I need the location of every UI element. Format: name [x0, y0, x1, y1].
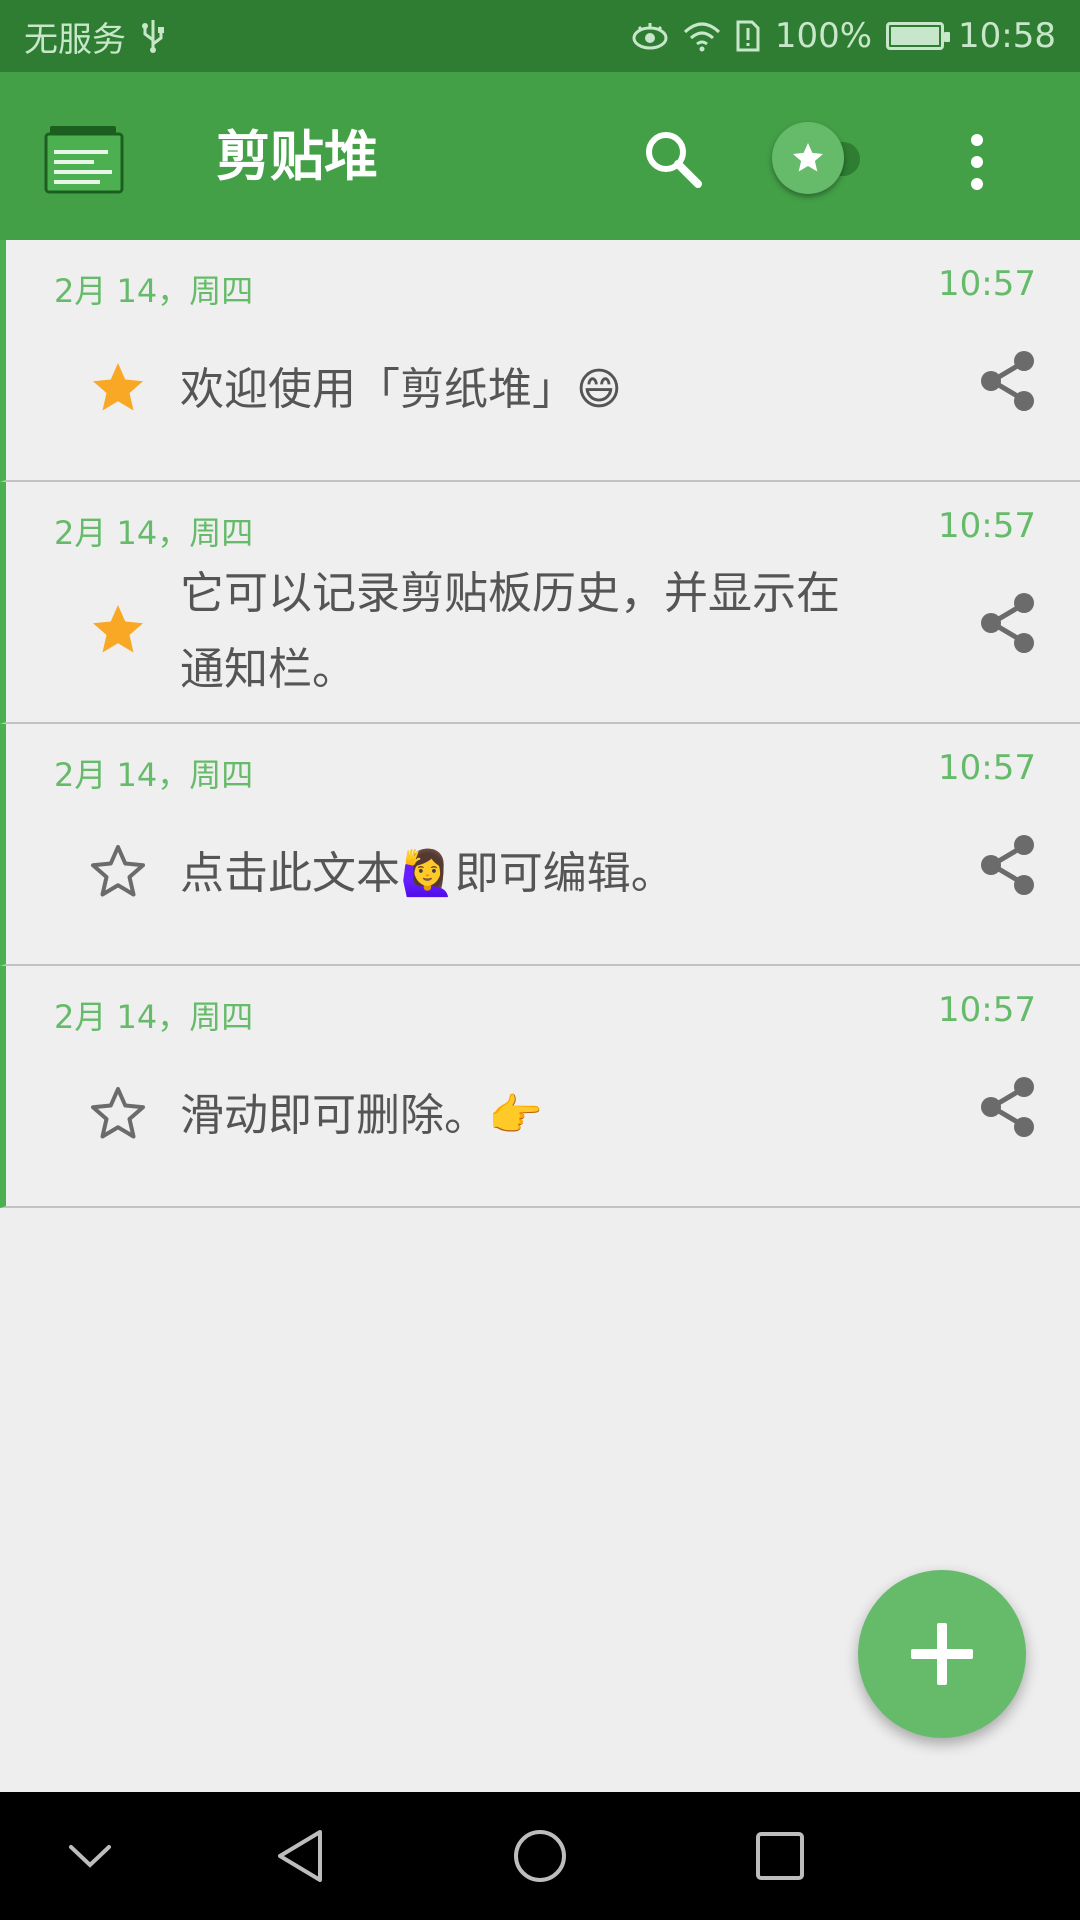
eye-icon [631, 21, 669, 51]
clip-date: 2月 14，周四 [54, 514, 254, 552]
clip-text-content: 点击此文本🙋‍♀️即可编辑。 [180, 848, 675, 899]
clip-item[interactable]: 2月 14，周四 10:57 点击此文本🙋‍♀️即可编辑。 [0, 724, 1080, 966]
status-time: 10:58 [958, 16, 1056, 56]
clip-date: 2月 14，周四 [54, 998, 254, 1036]
clip-text-content: 它可以记录剪贴板历史，并显示在通知栏。 [180, 568, 840, 695]
recents-icon[interactable] [740, 1816, 820, 1896]
clip-list: 2月 14，周四 10:57 欢迎使用「剪纸堆」😄 2月 14，周四 10:57… [0, 240, 1080, 1208]
share-icon[interactable] [978, 592, 1038, 654]
more-vert-icon[interactable] [962, 130, 992, 194]
clip-text-content: 欢迎使用「剪纸堆」😄 [180, 364, 622, 415]
star-outline-icon[interactable] [88, 842, 148, 902]
star-filled-icon[interactable] [88, 600, 148, 660]
star-outline-icon[interactable] [88, 1084, 148, 1144]
clip-text[interactable]: 滑动即可删除。👉 [180, 1052, 880, 1180]
clip-date: 2月 14，周四 [54, 756, 254, 794]
app-bar: 剪贴堆 [0, 72, 1080, 240]
app-logo-icon[interactable] [44, 124, 124, 194]
status-left: 无服务 [24, 12, 166, 61]
clip-text-content: 滑动即可删除。👉 [180, 1090, 543, 1141]
page-title: 剪贴堆 [216, 125, 378, 188]
clip-text[interactable]: 点击此文本🙋‍♀️即可编辑。 [180, 810, 880, 938]
home-icon[interactable] [500, 1816, 580, 1896]
clip-time: 10:57 [938, 748, 1036, 788]
battery-percent: 100% [774, 16, 873, 56]
clip-date: 2月 14，周四 [54, 272, 254, 310]
add-clip-button[interactable] [858, 1570, 1026, 1738]
status-bar: 无服务 100% 10:58 [0, 0, 1080, 72]
usb-icon [140, 18, 166, 54]
share-icon[interactable] [978, 350, 1038, 412]
clip-item[interactable]: 2月 14，周四 10:57 欢迎使用「剪纸堆」😄 [0, 240, 1080, 482]
status-right: 100% 10:58 [631, 16, 1056, 56]
plus-icon [911, 1623, 973, 1685]
clip-text[interactable]: 它可以记录剪贴板历史，并显示在通知栏。 [180, 568, 880, 696]
carrier-text: 无服务 [24, 19, 126, 60]
clip-time: 10:57 [938, 264, 1036, 304]
clip-time: 10:57 [938, 990, 1036, 1030]
battery-charging-icon [886, 22, 951, 50]
battery-level [891, 27, 940, 45]
system-nav-bar [0, 1792, 1080, 1920]
search-icon[interactable] [640, 126, 706, 192]
sim-alert-icon [735, 19, 761, 53]
share-icon[interactable] [978, 834, 1038, 896]
chevron-down-icon[interactable] [50, 1816, 130, 1896]
clip-item[interactable]: 2月 14，周四 10:57 它可以记录剪贴板历史，并显示在通知栏。 [0, 482, 1080, 724]
share-icon[interactable] [978, 1076, 1038, 1138]
wifi-icon [683, 20, 721, 52]
back-icon[interactable] [260, 1816, 340, 1896]
clip-item[interactable]: 2月 14，周四 10:57 滑动即可删除。👉 [0, 966, 1080, 1208]
star-filled-icon[interactable] [88, 358, 148, 418]
star-filter-toggle[interactable] [772, 118, 868, 198]
clip-text[interactable]: 欢迎使用「剪纸堆」😄 [180, 326, 880, 454]
toggle-knob-star-icon [772, 122, 844, 194]
clip-time: 10:57 [938, 506, 1036, 546]
